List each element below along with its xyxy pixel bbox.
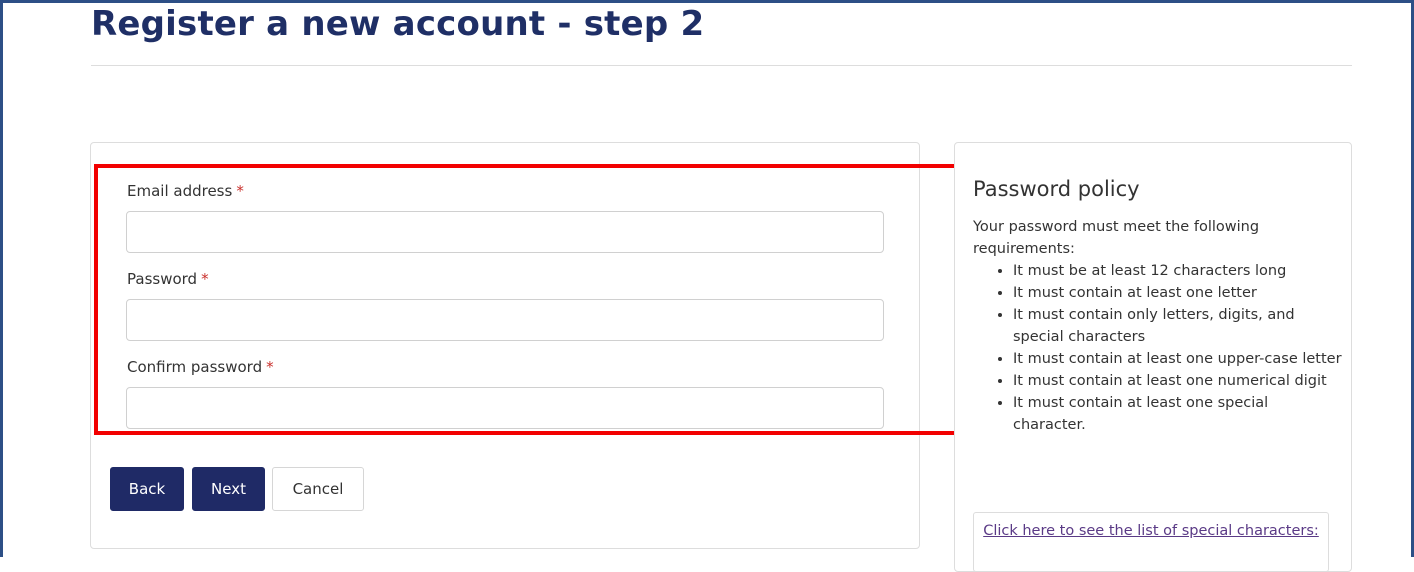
- policy-title: Password policy: [973, 177, 1140, 201]
- policy-rule: It must contain at least one numerical d…: [1013, 370, 1343, 392]
- special-characters-link[interactable]: Click here to see the list of special ch…: [983, 523, 1319, 539]
- title-divider: [91, 65, 1352, 66]
- policy-rules-list: It must be at least 12 characters long I…: [973, 260, 1343, 436]
- email-field[interactable]: [126, 211, 884, 253]
- confirm-password-field[interactable]: [126, 387, 884, 429]
- password-label-text: Password: [127, 270, 198, 288]
- policy-rule: It must be at least 12 characters long: [1013, 260, 1343, 282]
- special-characters-box: Click here to see the list of special ch…: [973, 512, 1329, 572]
- password-label: Password *: [127, 270, 209, 288]
- back-button[interactable]: Back: [110, 467, 184, 511]
- email-label-text: Email address: [127, 182, 233, 200]
- required-marker: *: [236, 182, 244, 200]
- next-button[interactable]: Next: [192, 467, 265, 511]
- policy-intro: Your password must meet the following re…: [973, 219, 1260, 257]
- email-label: Email address *: [127, 182, 244, 200]
- policy-rule: It must contain only letters, digits, an…: [1013, 304, 1343, 348]
- required-marker: *: [201, 270, 209, 288]
- required-marker: *: [266, 358, 274, 376]
- policy-rule: It must contain at least one upper-case …: [1013, 348, 1343, 370]
- page-title: Register a new account - step 2: [91, 4, 705, 44]
- confirm-password-label: Confirm password *: [127, 358, 274, 376]
- password-field[interactable]: [126, 299, 884, 341]
- policy-rule: It must contain at least one special cha…: [1013, 392, 1343, 436]
- policy-rule: It must contain at least one letter: [1013, 282, 1343, 304]
- confirm-password-label-text: Confirm password: [127, 358, 263, 376]
- cancel-button[interactable]: Cancel: [272, 467, 364, 511]
